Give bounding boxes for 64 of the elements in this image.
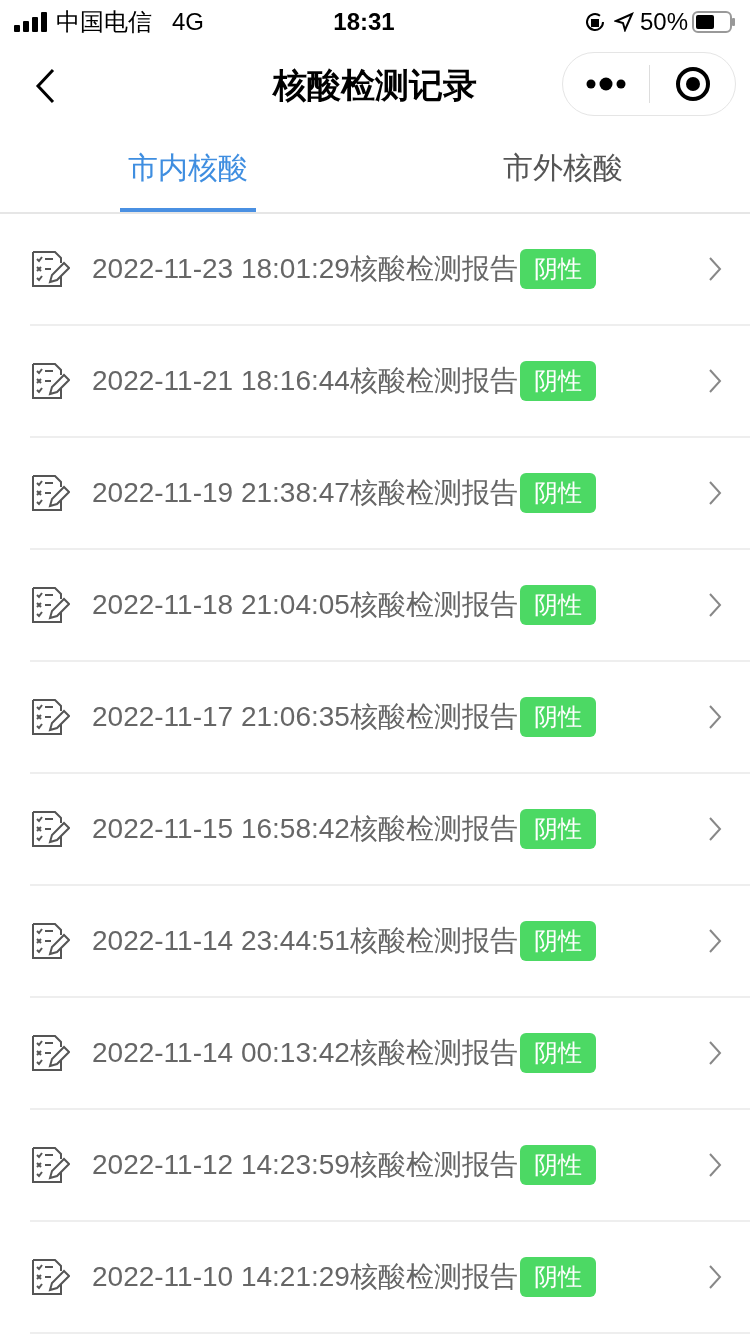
record-row[interactable]: 2022-11-23 18:01:29核酸检测报告 阴性 xyxy=(30,214,750,326)
tab[interactable]: 市内核酸 xyxy=(119,126,256,212)
result-tag: 阴性 xyxy=(519,1145,596,1185)
chevron-right-icon xyxy=(708,816,722,842)
record-row[interactable]: 2022-11-12 14:23:59核酸检测报告 阴性 xyxy=(30,1110,750,1222)
carrier-name: 中国电信 xyxy=(56,6,152,37)
result-tag: 阴性 xyxy=(519,1033,596,1073)
record-title: 2022-11-10 14:21:29核酸检测报告 xyxy=(92,1260,518,1294)
record-title: 2022-11-19 21:38:47核酸检测报告 xyxy=(92,476,518,510)
chevron-right-icon xyxy=(708,368,722,394)
battery-icon xyxy=(692,10,736,33)
record-row[interactable]: 2022-11-17 21:06:35核酸检测报告 阴性 xyxy=(30,662,750,774)
chevron-right-icon xyxy=(708,480,722,506)
tab[interactable]: 市外核酸 xyxy=(494,126,631,212)
checklist-pencil-icon xyxy=(30,1258,70,1296)
record-title: 2022-11-21 18:16:44核酸检测报告 xyxy=(92,364,518,398)
record-row[interactable]: 2022-11-14 00:13:42核酸检测报告 阴性 xyxy=(30,998,750,1110)
record-row[interactable]: 2022-11-19 21:38:47核酸检测报告 阴性 xyxy=(30,438,750,550)
result-tag: 阴性 xyxy=(519,585,596,625)
record-title: 2022-11-14 23:44:51核酸检测报告 xyxy=(92,924,518,958)
checklist-pencil-icon xyxy=(30,250,70,288)
checklist-pencil-icon xyxy=(30,698,70,736)
record-row[interactable]: 2022-11-15 16:58:42核酸检测报告 阴性 xyxy=(30,774,750,886)
signal-icon xyxy=(14,11,48,32)
result-tag: 阴性 xyxy=(519,361,596,401)
checklist-pencil-icon xyxy=(30,1146,70,1184)
record-row[interactable]: 2022-11-10 14:21:29核酸检测报告 阴性 xyxy=(30,1222,750,1334)
record-title: 2022-11-18 21:04:05核酸检测报告 xyxy=(92,588,518,622)
result-tag: 阴性 xyxy=(519,697,596,737)
checklist-pencil-icon xyxy=(30,810,70,848)
result-tag: 阴性 xyxy=(519,473,596,513)
checklist-pencil-icon xyxy=(30,586,70,624)
chevron-right-icon xyxy=(708,1040,722,1066)
chevron-right-icon xyxy=(708,704,722,730)
record-title: 2022-11-14 00:13:42核酸检测报告 xyxy=(92,1036,518,1070)
record-title: 2022-11-15 16:58:42核酸检测报告 xyxy=(92,812,518,846)
record-row[interactable]: 2022-11-18 21:04:05核酸检测报告 阴性 xyxy=(30,550,750,662)
page-title: 核酸检测记录 xyxy=(273,65,477,104)
back-chevron-icon xyxy=(35,67,55,104)
chevron-right-icon xyxy=(708,928,722,954)
chevron-right-icon xyxy=(708,1264,722,1290)
result-tag: 阴性 xyxy=(519,809,596,849)
record-title: 2022-11-12 14:23:59核酸检测报告 xyxy=(92,1148,518,1182)
record-title: 2022-11-23 18:01:29核酸检测报告 xyxy=(92,252,518,286)
checklist-pencil-icon xyxy=(30,474,70,512)
record-title: 2022-11-17 21:06:35核酸检测报告 xyxy=(92,700,518,734)
clock-time: 18:31 xyxy=(333,6,395,37)
location-arrow-icon xyxy=(613,11,634,32)
target-icon xyxy=(674,65,711,102)
checklist-pencil-icon xyxy=(30,922,70,960)
record-row[interactable]: 2022-11-21 18:16:44核酸检测报告 阴性 xyxy=(30,326,750,438)
result-tag: 阴性 xyxy=(519,1257,596,1297)
record-row[interactable]: 2022-11-14 23:44:51核酸检测报告 阴性 xyxy=(30,886,750,998)
chevron-right-icon xyxy=(708,592,722,618)
more-icon xyxy=(586,76,626,91)
chevron-right-icon xyxy=(708,256,722,282)
network-type: 4G xyxy=(172,6,204,37)
rotation-lock-icon xyxy=(583,10,606,33)
checklist-pencil-icon xyxy=(30,1034,70,1072)
checklist-pencil-icon xyxy=(30,362,70,400)
result-tag: 阴性 xyxy=(519,249,596,289)
result-tag: 阴性 xyxy=(519,921,596,961)
chevron-right-icon xyxy=(708,1152,722,1178)
battery-percent: 50% xyxy=(639,6,688,37)
